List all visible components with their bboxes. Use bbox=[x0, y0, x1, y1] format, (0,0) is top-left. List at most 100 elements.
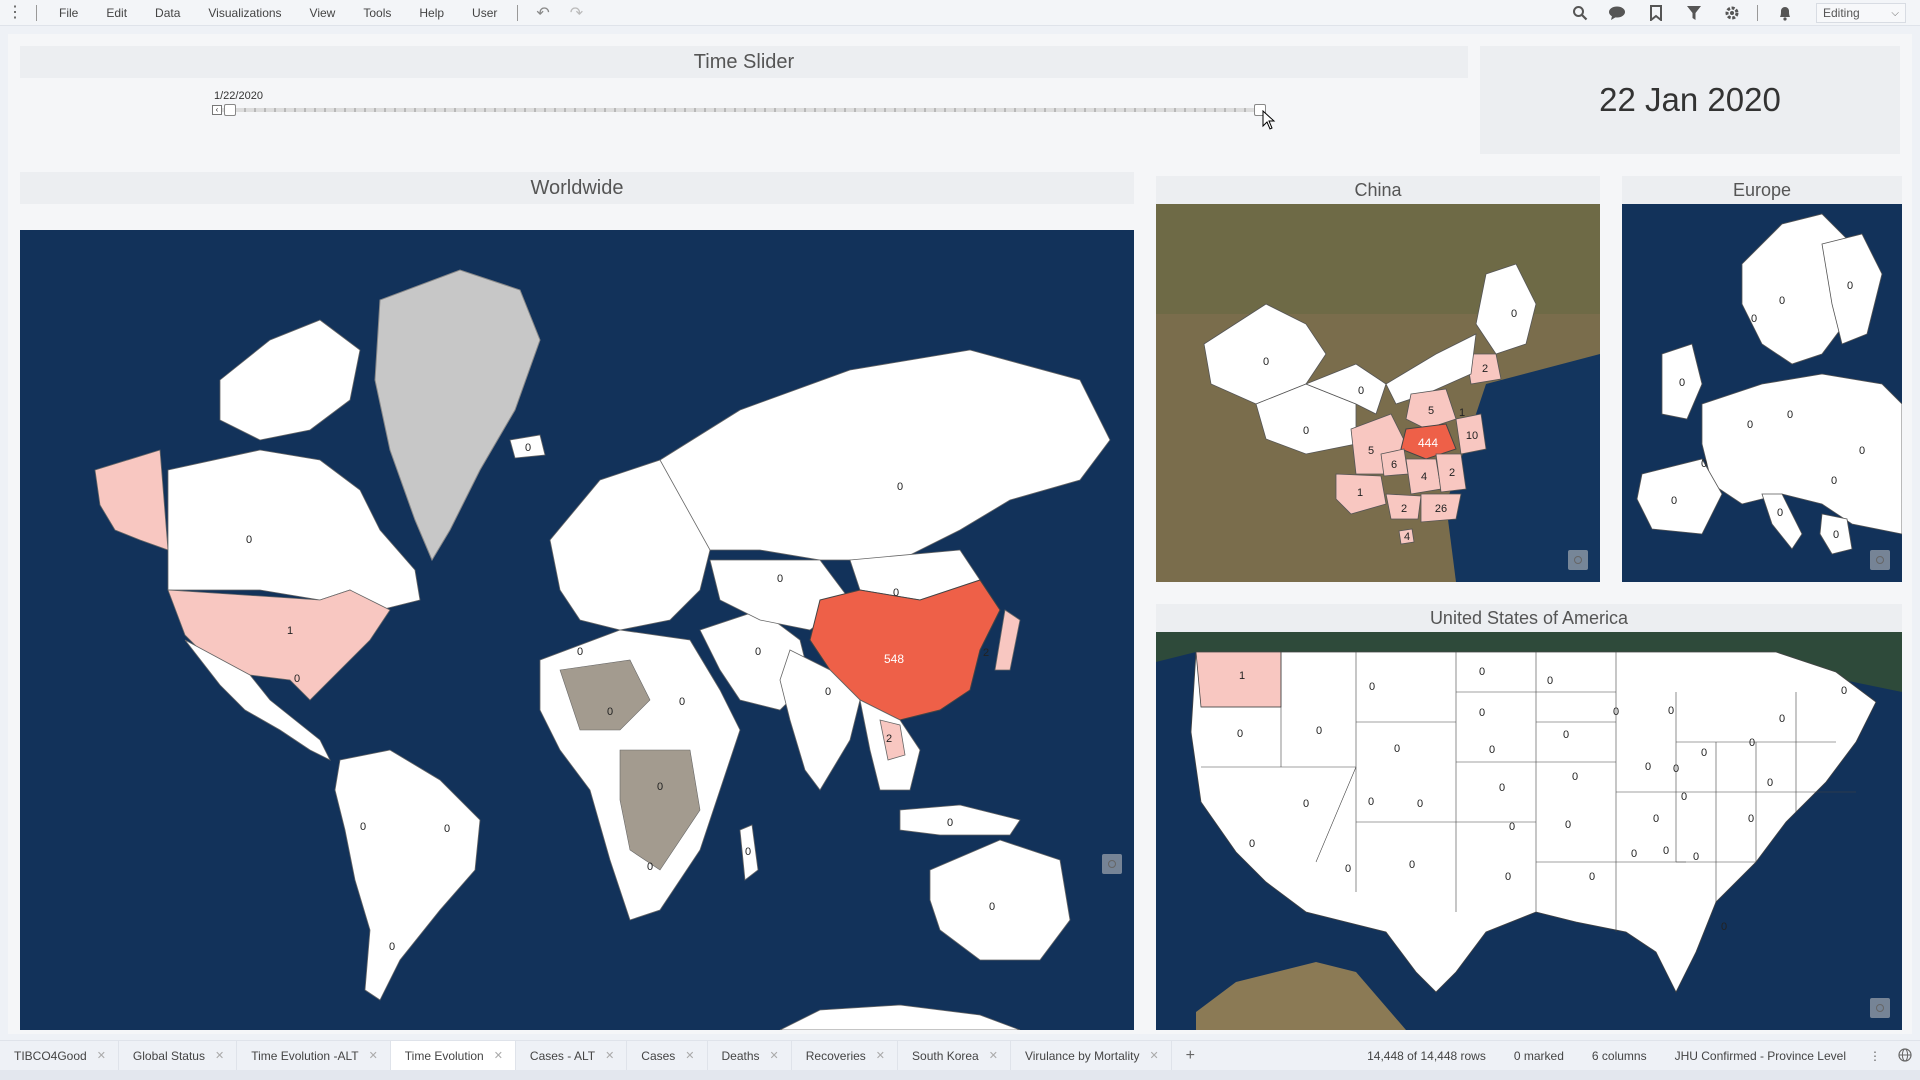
step-back-icon[interactable]: ‹ bbox=[212, 105, 222, 115]
close-icon[interactable]: ✕ bbox=[215, 1049, 224, 1062]
close-icon[interactable]: ✕ bbox=[494, 1049, 503, 1062]
usa-label-wisconsin: 0 bbox=[1613, 706, 1619, 718]
tab-time-evolution[interactable]: Time Evolution ✕ bbox=[390, 1040, 516, 1071]
status-columns[interactable]: 6 columns bbox=[1578, 1049, 1661, 1063]
map-label-argentina: 0 bbox=[389, 941, 395, 953]
close-icon[interactable]: ✕ bbox=[369, 1049, 378, 1062]
map-settings-icon[interactable] bbox=[1568, 550, 1588, 570]
tab-label: South Korea bbox=[912, 1048, 979, 1063]
tab-virulance-by-mortality[interactable]: Virulance by Mortality ✕ bbox=[1011, 1040, 1172, 1071]
map-label-japan: 2 bbox=[983, 647, 989, 659]
redo-icon[interactable]: ↷ bbox=[560, 3, 593, 23]
status-marked[interactable]: 0 marked bbox=[1500, 1049, 1578, 1063]
usa-title: United States of America bbox=[1156, 604, 1902, 632]
europe-label-greece: 0 bbox=[1833, 529, 1839, 541]
search-icon[interactable] bbox=[1561, 0, 1599, 26]
slider-rail[interactable] bbox=[214, 108, 1264, 112]
europe-map[interactable]: 0 0 0 0 0 0 0 0 0 0 0 0 bbox=[1622, 204, 1902, 582]
tab-south-korea[interactable]: South Korea ✕ bbox=[898, 1040, 1011, 1071]
china-label-shanghai: 1 bbox=[1459, 407, 1465, 419]
tab-deaths[interactable]: Deaths ✕ bbox=[708, 1040, 792, 1071]
status-rows[interactable]: 14,448 of 14,448 rows bbox=[1353, 1049, 1500, 1063]
europe-label-italy: 0 bbox=[1777, 507, 1783, 519]
china-map-canvas[interactable]: 0 0 0 0 2 5 5 444 10 6 4 2 1 2 26 1 4 bbox=[1156, 204, 1600, 582]
china-label-henan: 5 bbox=[1428, 405, 1434, 417]
status-bar: 14,448 of 14,448 rows 0 marked 6 columns… bbox=[1353, 1041, 1920, 1071]
usa-label-iowa: 0 bbox=[1563, 729, 1569, 741]
slider-handle-start[interactable] bbox=[224, 104, 236, 116]
map-label-nigeria: 0 bbox=[607, 706, 613, 718]
tab-time-evolution-alt[interactable]: Time Evolution -ALT ✕ bbox=[237, 1040, 391, 1071]
undo-icon[interactable]: ↶ bbox=[526, 3, 559, 23]
comments-icon[interactable] bbox=[1599, 0, 1637, 26]
menu-user[interactable]: User bbox=[458, 6, 511, 20]
europe-label-sweden: 0 bbox=[1779, 295, 1785, 307]
europe-label-france: 0 bbox=[1701, 458, 1707, 470]
toolbar-right: Editing ⌵ bbox=[1561, 0, 1920, 26]
globe-icon[interactable] bbox=[1890, 1047, 1920, 1065]
map-label-brazil: 0 bbox=[444, 823, 450, 835]
usa-label-illinois: 0 bbox=[1645, 761, 1651, 773]
close-icon[interactable]: ✕ bbox=[685, 1049, 694, 1062]
map-label-mexico: 0 bbox=[294, 673, 300, 685]
tab-cases[interactable]: Cases ✕ bbox=[627, 1040, 708, 1071]
add-page-icon[interactable]: + bbox=[1172, 1047, 1209, 1065]
usa-label-washington: 1 bbox=[1239, 670, 1245, 682]
europe-label-ukraine: 0 bbox=[1859, 445, 1865, 457]
europe-label-poland: 0 bbox=[1787, 409, 1793, 421]
analysis-canvas: Time Slider 1/22/2020 ‹ 22 Jan 2020 Worl… bbox=[8, 34, 1912, 1034]
tab-label: Deaths bbox=[721, 1048, 760, 1063]
worldwide-map-canvas[interactable]: 0 1 0 548 2 2 0 0 0 0 0 0 0 0 0 0 0 0 0 … bbox=[20, 230, 1134, 1030]
menu-tools[interactable]: Tools bbox=[349, 6, 405, 20]
china-map[interactable]: 0 0 0 0 2 5 5 444 10 6 4 2 1 2 26 1 4 bbox=[1156, 204, 1600, 582]
bell-icon[interactable] bbox=[1766, 0, 1804, 26]
map-label-sudan: 0 bbox=[679, 696, 685, 708]
worldwide-map[interactable]: 0 1 0 548 2 2 0 0 0 0 0 0 0 0 0 0 0 0 0 … bbox=[20, 230, 1134, 1030]
china-label-hunan: 4 bbox=[1421, 471, 1427, 483]
europe-label-germany: 0 bbox=[1747, 419, 1753, 431]
map-label-south-africa: 0 bbox=[647, 861, 653, 873]
bookmark-icon[interactable] bbox=[1637, 0, 1675, 26]
close-icon[interactable]: ✕ bbox=[770, 1049, 779, 1062]
close-icon[interactable]: ✕ bbox=[605, 1049, 614, 1062]
map-settings-icon[interactable] bbox=[1102, 854, 1122, 874]
usa-map-canvas[interactable]: 1 0 0 0 0 0 0 0 0 0 0 0 0 0 0 0 0 0 0 0 … bbox=[1156, 632, 1902, 1030]
filter-icon[interactable] bbox=[1675, 0, 1713, 26]
close-icon[interactable]: ✕ bbox=[1149, 1049, 1158, 1062]
menu-edit[interactable]: Edit bbox=[92, 6, 141, 20]
close-icon[interactable]: ✕ bbox=[97, 1049, 106, 1062]
status-data-table[interactable]: JHU Confirmed - Province Level bbox=[1661, 1049, 1860, 1063]
china-label-guangdong: 26 bbox=[1435, 503, 1447, 515]
close-icon[interactable]: ✕ bbox=[876, 1049, 885, 1062]
europe-map-canvas[interactable]: 0 0 0 0 0 0 0 0 0 0 0 0 bbox=[1622, 204, 1902, 582]
tab-global-status[interactable]: Global Status ✕ bbox=[119, 1040, 238, 1071]
usa-map[interactable]: 1 0 0 0 0 0 0 0 0 0 0 0 0 0 0 0 0 0 0 0 … bbox=[1156, 632, 1902, 1030]
mode-dropdown[interactable]: Editing ⌵ bbox=[1816, 3, 1906, 23]
menu-data[interactable]: Data bbox=[141, 6, 194, 20]
usa-label-wyoming: 0 bbox=[1394, 743, 1400, 755]
china-title: China bbox=[1156, 176, 1600, 204]
map-label-canada: 0 bbox=[246, 534, 252, 546]
time-slider[interactable]: ‹ bbox=[212, 104, 1266, 116]
map-settings-icon[interactable] bbox=[1870, 998, 1890, 1018]
gear-icon[interactable] bbox=[1713, 0, 1751, 26]
close-icon[interactable]: ✕ bbox=[989, 1049, 998, 1062]
china-label-jiangxi: 2 bbox=[1449, 467, 1455, 479]
menu-view[interactable]: View bbox=[296, 6, 350, 20]
menu-visualizations[interactable]: Visualizations bbox=[194, 6, 295, 20]
tab-cases-alt[interactable]: Cases - ALT ✕ bbox=[516, 1040, 628, 1071]
more-options-icon[interactable]: ⋮ bbox=[1860, 1049, 1890, 1063]
tab-label: TIBCO4Good bbox=[14, 1048, 87, 1063]
map-label-peru: 0 bbox=[360, 821, 366, 833]
app-menu-icon[interactable]: ⋮ bbox=[0, 4, 30, 21]
tab-tibco4good[interactable]: TIBCO4Good ✕ bbox=[0, 1040, 119, 1071]
usa-label-arizona: 0 bbox=[1345, 863, 1351, 875]
menu-help[interactable]: Help bbox=[405, 6, 458, 20]
map-settings-icon[interactable] bbox=[1870, 550, 1890, 570]
china-label-xinjiang: 0 bbox=[1263, 356, 1269, 368]
usa-label-kentucky: 0 bbox=[1681, 791, 1687, 803]
map-label-china: 548 bbox=[884, 652, 904, 666]
menu-file[interactable]: File bbox=[45, 6, 92, 20]
tab-recoveries[interactable]: Recoveries ✕ bbox=[792, 1040, 899, 1071]
map-label-mongolia: 0 bbox=[893, 587, 899, 599]
